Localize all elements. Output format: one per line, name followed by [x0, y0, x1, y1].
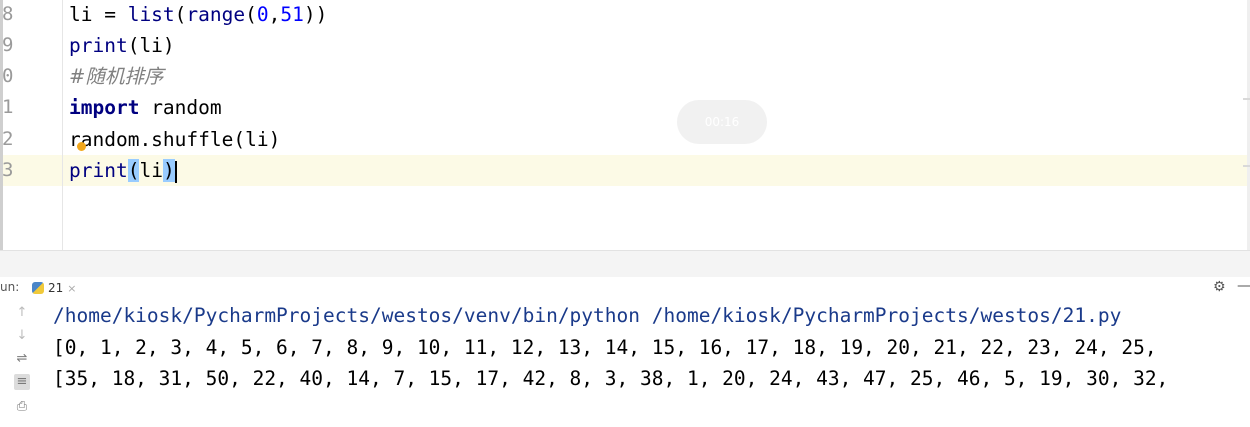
code-token: )): [303, 3, 328, 26]
line-number-gutter: 8 9 0 1 2 3: [0, 0, 63, 250]
scroll-to-end-icon[interactable]: ≡: [14, 374, 30, 390]
run-tab-label: 21: [48, 281, 64, 295]
scroll-marker: [1243, 165, 1250, 167]
console-output-line: [0, 1, 2, 3, 4, 5, 6, 7, 8, 9, 10, 11, 1…: [53, 336, 1157, 359]
matched-paren: (: [127, 159, 140, 182]
code-token: print: [69, 159, 128, 182]
code-line-13[interactable]: print(li): [69, 155, 177, 186]
close-icon[interactable]: ×: [67, 282, 76, 295]
line-number: 8: [2, 3, 14, 25]
code-token: list: [127, 3, 175, 26]
text-caret: [174, 160, 177, 183]
console-toolbar: ↑ ↓ ⇌ ≡ ⎙: [0, 299, 40, 427]
print-icon[interactable]: ⎙: [14, 399, 30, 415]
code-line-8[interactable]: li = list(range(0,51)): [69, 0, 327, 30]
code-token: (: [174, 3, 187, 26]
line-number: 1: [2, 96, 14, 118]
recording-timer-overlay: 00:16: [677, 100, 767, 144]
scroll-marker: [1243, 98, 1250, 100]
code-token: 0: [256, 3, 269, 26]
minimize-icon[interactable]: —: [1237, 278, 1250, 294]
current-line-highlight: [0, 155, 1250, 186]
console-command-line: /home/kiosk/PycharmProjects/westos/venv/…: [53, 304, 1122, 327]
code-token: random.shuffle(li): [69, 128, 281, 151]
run-panel-label: un:: [0, 280, 20, 294]
line-number: 9: [2, 34, 14, 56]
code-token: 51: [280, 3, 304, 26]
code-keyword: import: [69, 96, 140, 119]
panel-divider[interactable]: [0, 250, 1250, 278]
matched-paren: ): [162, 159, 175, 182]
code-token: (: [245, 3, 257, 26]
run-console[interactable]: ↑ ↓ ⇌ ≡ ⎙ /home/kiosk/PycharmProjects/we…: [0, 299, 1250, 427]
code-line-12[interactable]: random.shuffle(li): [69, 124, 280, 155]
code-token: li =: [69, 3, 128, 26]
line-number: 0: [2, 65, 14, 87]
code-token: print: [69, 34, 128, 57]
code-token: ,: [268, 3, 281, 26]
arrow-up-icon[interactable]: ↑: [14, 305, 30, 321]
code-line-10[interactable]: #随机排序: [69, 61, 163, 92]
run-panel-header: un: 21 × ⚙ —: [0, 277, 1250, 299]
code-comment: #随机排序: [69, 65, 164, 88]
console-output-line: [35, 18, 31, 50, 22, 40, 14, 7, 15, 17, …: [53, 367, 1169, 390]
line-number: 3: [2, 159, 14, 181]
line-number: 2: [2, 128, 14, 150]
code-line-9[interactable]: print(li): [69, 30, 175, 61]
run-tab-21[interactable]: 21 ×: [32, 279, 77, 297]
python-icon: [32, 282, 44, 294]
code-token: range: [186, 3, 246, 26]
code-editor[interactable]: 8 9 0 1 2 3 li = list(range(0,51)) print…: [0, 0, 1250, 250]
soft-wrap-icon[interactable]: ⇌: [14, 351, 30, 367]
arrow-down-icon[interactable]: ↓: [14, 328, 30, 344]
gear-icon[interactable]: ⚙: [1213, 279, 1226, 295]
code-line-11[interactable]: import random: [69, 92, 222, 123]
code-token: li: [139, 159, 163, 182]
code-token: random: [139, 96, 222, 119]
code-token: (li): [127, 34, 175, 57]
lightbulb-icon[interactable]: [77, 142, 86, 151]
